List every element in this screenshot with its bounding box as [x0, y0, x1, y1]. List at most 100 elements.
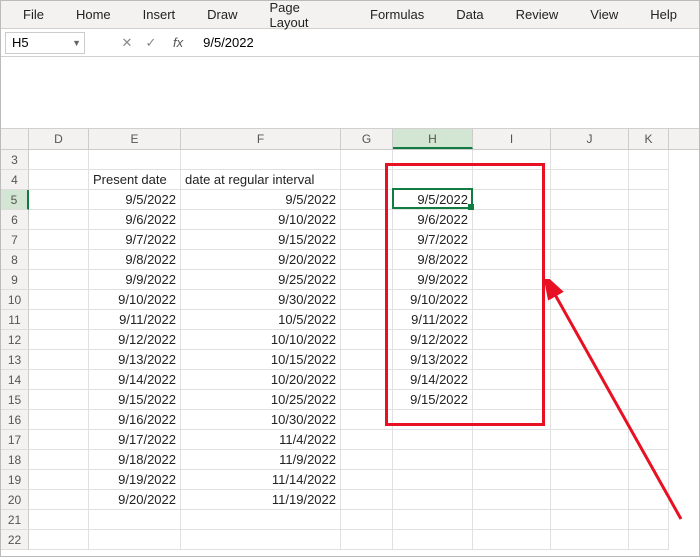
row-header-22[interactable]: 22 — [1, 530, 29, 550]
col-header-g[interactable]: G — [341, 129, 393, 149]
cell[interactable]: 10/10/2022 — [181, 330, 341, 350]
cell[interactable] — [629, 150, 669, 170]
cell[interactable] — [29, 270, 89, 290]
cell[interactable] — [551, 370, 629, 390]
cell[interactable] — [29, 290, 89, 310]
cell[interactable]: date at regular interval — [181, 170, 341, 190]
cell[interactable] — [551, 530, 629, 550]
tab-file[interactable]: File — [9, 3, 58, 26]
cell[interactable] — [629, 510, 669, 530]
cell[interactable] — [29, 190, 89, 210]
cell[interactable]: 11/9/2022 — [181, 450, 341, 470]
cell[interactable] — [551, 290, 629, 310]
cell[interactable]: 9/6/2022 — [89, 210, 181, 230]
cell[interactable] — [29, 450, 89, 470]
name-box[interactable]: H5 ▼ — [5, 32, 85, 54]
cell[interactable]: 9/19/2022 — [89, 470, 181, 490]
cell[interactable]: 9/6/2022 — [393, 210, 473, 230]
row-header-16[interactable]: 16 — [1, 410, 29, 430]
cell[interactable] — [551, 230, 629, 250]
row-header-19[interactable]: 19 — [1, 470, 29, 490]
cell[interactable] — [341, 390, 393, 410]
cell[interactable] — [473, 310, 551, 330]
cell[interactable] — [551, 390, 629, 410]
cell[interactable]: 9/20/2022 — [181, 250, 341, 270]
cell[interactable]: 9/5/2022 — [89, 190, 181, 210]
cell[interactable] — [341, 150, 393, 170]
cell[interactable]: 11/19/2022 — [181, 490, 341, 510]
cell[interactable]: 10/15/2022 — [181, 350, 341, 370]
col-header-e[interactable]: E — [89, 129, 181, 149]
cell[interactable]: 10/30/2022 — [181, 410, 341, 430]
cell[interactable] — [551, 250, 629, 270]
cell[interactable] — [551, 510, 629, 530]
cell[interactable]: 9/8/2022 — [89, 250, 181, 270]
cell[interactable] — [551, 450, 629, 470]
col-header-k[interactable]: K — [629, 129, 669, 149]
cell[interactable] — [341, 210, 393, 230]
cell[interactable] — [629, 310, 669, 330]
tab-formulas[interactable]: Formulas — [356, 3, 438, 26]
cell[interactable]: 9/13/2022 — [393, 350, 473, 370]
cell[interactable] — [29, 250, 89, 270]
cell[interactable] — [473, 350, 551, 370]
cell[interactable] — [393, 410, 473, 430]
cell[interactable] — [473, 430, 551, 450]
cell[interactable]: 9/15/2022 — [393, 390, 473, 410]
cell[interactable]: 9/15/2022 — [181, 230, 341, 250]
cell[interactable]: 9/17/2022 — [89, 430, 181, 450]
cell[interactable] — [551, 470, 629, 490]
cell[interactable] — [629, 430, 669, 450]
cell[interactable] — [473, 290, 551, 310]
cell[interactable] — [393, 490, 473, 510]
cell[interactable] — [473, 250, 551, 270]
cell[interactable] — [551, 150, 629, 170]
cell[interactable] — [473, 370, 551, 390]
tab-help[interactable]: Help — [636, 3, 691, 26]
cell[interactable] — [29, 470, 89, 490]
cell[interactable] — [473, 450, 551, 470]
tab-data[interactable]: Data — [442, 3, 497, 26]
cell[interactable] — [29, 510, 89, 530]
cell[interactable]: 9/14/2022 — [393, 370, 473, 390]
cell[interactable] — [29, 230, 89, 250]
tab-insert[interactable]: Insert — [129, 3, 190, 26]
cell[interactable]: 9/7/2022 — [393, 230, 473, 250]
cell[interactable]: 10/20/2022 — [181, 370, 341, 390]
spreadsheet-grid[interactable]: D E F G H I J K 34Present datedate at re… — [1, 129, 699, 550]
row-header-20[interactable]: 20 — [1, 490, 29, 510]
cell[interactable] — [551, 490, 629, 510]
cell[interactable] — [473, 230, 551, 250]
cell[interactable] — [29, 330, 89, 350]
formula-input[interactable] — [197, 35, 497, 50]
cell[interactable] — [341, 250, 393, 270]
cell[interactable] — [473, 490, 551, 510]
cell[interactable] — [341, 510, 393, 530]
cell[interactable] — [341, 370, 393, 390]
cell[interactable] — [473, 470, 551, 490]
cell[interactable] — [29, 490, 89, 510]
cell[interactable] — [551, 310, 629, 330]
row-header-11[interactable]: 11 — [1, 310, 29, 330]
cell[interactable] — [473, 210, 551, 230]
tab-review[interactable]: Review — [502, 3, 573, 26]
cell[interactable] — [629, 390, 669, 410]
cell[interactable] — [551, 170, 629, 190]
row-header-7[interactable]: 7 — [1, 230, 29, 250]
cell[interactable] — [181, 150, 341, 170]
cell[interactable] — [629, 410, 669, 430]
cell[interactable] — [29, 390, 89, 410]
cell[interactable] — [341, 430, 393, 450]
cell[interactable] — [393, 510, 473, 530]
cell[interactable] — [341, 190, 393, 210]
cell[interactable] — [473, 190, 551, 210]
cell[interactable] — [473, 270, 551, 290]
cell[interactable] — [629, 530, 669, 550]
cell[interactable] — [341, 410, 393, 430]
cell[interactable] — [89, 530, 181, 550]
cell[interactable] — [181, 510, 341, 530]
cell[interactable]: 9/11/2022 — [393, 310, 473, 330]
col-header-d[interactable]: D — [29, 129, 89, 149]
cell[interactable] — [629, 170, 669, 190]
row-header-15[interactable]: 15 — [1, 390, 29, 410]
